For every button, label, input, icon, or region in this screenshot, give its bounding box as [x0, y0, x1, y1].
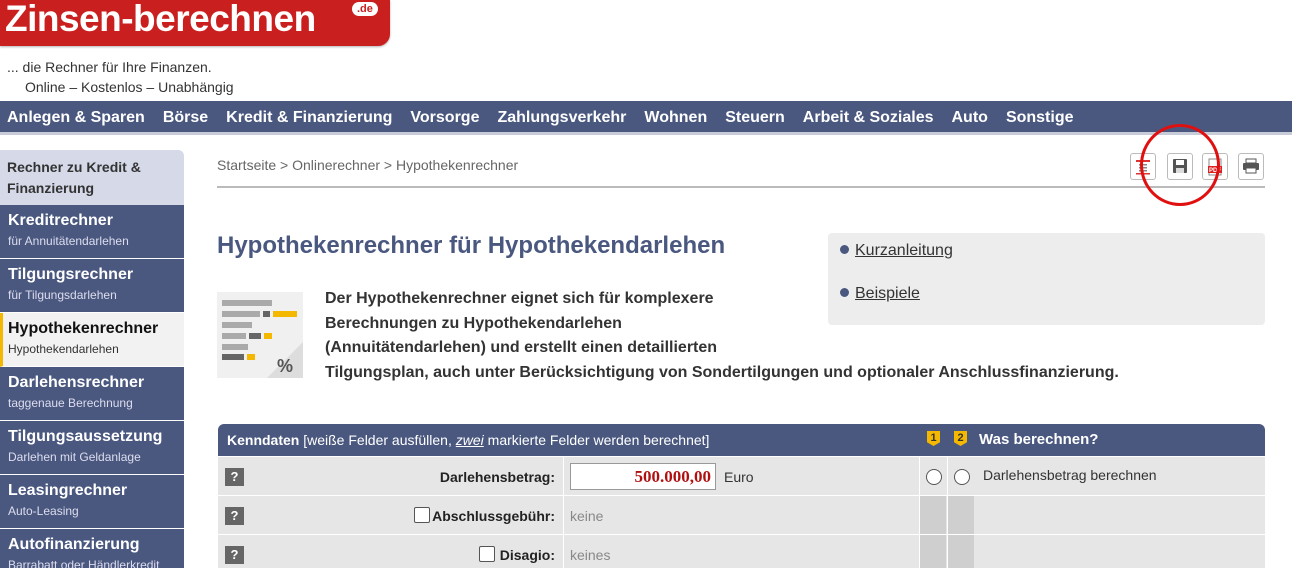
nav-item-anlegen[interactable]: Anlegen & Sparen [7, 101, 145, 134]
field-label: Disagio: [499, 547, 555, 563]
calc-radio-1[interactable] [926, 469, 942, 485]
description-line: Berechnungen zu Hypothekendarlehen [325, 314, 622, 332]
value-cell [563, 535, 919, 568]
breadcrumb[interactable]: Startseite > Onlinerechner > Hypothekenr… [217, 157, 518, 173]
logo-text: Zinsen-berechnen [5, 0, 316, 39]
sidebar-item-sub: Hypothekendarlehen [8, 342, 119, 356]
bullet-icon [840, 245, 849, 254]
nav-item-wohnen[interactable]: Wohnen [644, 101, 707, 134]
nav-item-zahlungsverkehr[interactable]: Zahlungsverkehr [497, 101, 626, 134]
sidebar-item-title: Hypothekenrechner [8, 320, 159, 337]
form-row-disagio: ? Disagio: keines [218, 534, 1265, 568]
tagline-line-2: Online – Kostenlos – Unabhängig [25, 79, 234, 95]
form-row-darlehensbetrag: ? Darlehensbetrag: 500.000,00 Euro Darle… [218, 456, 1265, 495]
calc-radio-2[interactable] [954, 469, 970, 485]
sidebar-item-sub: für Tilgungsdarlehen [8, 288, 117, 302]
badge-1-icon: 1 [927, 431, 940, 446]
field-label: Abschlussgebühr: [432, 508, 555, 524]
sidebar-item-tilgungsrechner[interactable]: Tilgungsrechner für Tilgungsdarlehen [0, 259, 184, 313]
input-form-table: Kenndaten [weiße Felder ausfüllen, zwei … [218, 424, 1265, 568]
logo-tld: .de [352, 2, 378, 16]
unit-label: Euro [724, 469, 754, 485]
help-button[interactable]: ? [225, 507, 244, 525]
main-navigation: Anlegen & Sparen Börse Kredit & Finanzie… [0, 101, 1292, 135]
sidebar-item-sub: taggenaue Berechnung [8, 396, 133, 410]
select-cell-1 [919, 496, 946, 534]
link-kurzanleitung[interactable]: Kurzanleitung [840, 242, 953, 260]
badge-2-icon: 2 [954, 431, 967, 446]
sidebar-item-darlehensrechner[interactable]: Darlehensrechner taggenaue Berechnung [0, 367, 184, 421]
calc-header: Was berechnen? [979, 431, 1099, 448]
sidebar-heading: Rechner zu Kredit & Finanzierung [0, 150, 184, 205]
nav-item-steuern[interactable]: Steuern [725, 101, 785, 134]
field-label: Darlehensbetrag: [439, 469, 555, 485]
print-icon [1243, 158, 1259, 174]
form-row-abschlussgebuehr: ? Abschlussgebühr: keine [218, 495, 1265, 534]
print-button[interactable] [1238, 153, 1264, 180]
sidebar-item-sub: Darlehen mit Geldanlage [8, 450, 141, 464]
form-header-note-end: markierte Felder werden berechnet] [483, 432, 710, 448]
help-button[interactable]: ? [225, 468, 244, 486]
nav-item-auto[interactable]: Auto [952, 101, 988, 134]
calc-cell [974, 496, 1265, 534]
sidebar-item-title: Leasingrechner [8, 482, 128, 499]
nav-item-kredit[interactable]: Kredit & Finanzierung [226, 101, 392, 134]
nav-item-arbeit[interactable]: Arbeit & Soziales [803, 101, 934, 134]
select-cell-2 [947, 496, 974, 534]
form-header-note-emphasis: zwei [455, 432, 484, 448]
sidebar-item-title: Kreditrechner [8, 212, 113, 229]
nav-item-vorsorge[interactable]: Vorsorge [410, 101, 479, 134]
sidebar-item-title: Tilgungsaussetzung [8, 428, 163, 445]
sidebar-item-sub: Barrabatt oder Händlerkredit [8, 558, 160, 568]
annotation-circle [1140, 124, 1220, 206]
breadcrumb-divider [217, 186, 1265, 188]
help-button[interactable]: ? [225, 546, 244, 564]
page-description: Der Hypothekenrechner eignet sich für ko… [325, 287, 1119, 385]
select-cell-2 [947, 535, 974, 568]
page-title: Hypothekenrechner für Hypothekendarlehen [217, 232, 726, 259]
select-cell-1 [919, 535, 946, 568]
field-value: keine [570, 508, 604, 524]
sidebar-item-tilgungsaussetzung[interactable]: Tilgungsaussetzung Darlehen mit Geldanla… [0, 421, 184, 475]
description-line: (Annuitätendarlehen) und erstellt einen … [325, 339, 718, 356]
description-line: Der Hypothekenrechner eignet sich für ko… [325, 290, 714, 307]
percent-symbol: % [277, 356, 293, 376]
calculator-illustration: % [217, 292, 303, 378]
calc-cell [974, 535, 1265, 568]
form-header-label: Kenndaten [227, 432, 300, 448]
value-cell [563, 496, 919, 534]
tagline-line-1: ... die Rechner für Ihre Finanzen. [7, 59, 212, 75]
link-label: Kurzanleitung [855, 242, 953, 259]
site-logo[interactable]: Zinsen-berechnen .de [0, 0, 390, 46]
disagio-checkbox[interactable] [479, 546, 495, 562]
sidebar-item-kreditrechner[interactable]: Kreditrechner für Annuitätendarlehen [0, 205, 184, 259]
form-header-note: [weiße Felder ausfüllen, [299, 432, 456, 448]
sidebar-item-title: Darlehensrechner [8, 374, 145, 391]
field-value: keines [570, 547, 611, 563]
sidebar: Rechner zu Kredit & Finanzierung Kreditr… [0, 150, 184, 568]
sidebar-item-title: Autofinanzierung [8, 536, 140, 553]
form-header: Kenndaten [weiße Felder ausfüllen, zwei … [218, 424, 1265, 456]
nav-item-boerse[interactable]: Börse [163, 101, 208, 134]
nav-item-sonstige[interactable]: Sonstige [1006, 101, 1074, 134]
darlehensbetrag-input[interactable]: 500.000,00 [570, 463, 716, 490]
calc-option-label: Darlehensbetrag berechnen [983, 467, 1157, 483]
tagline: ... die Rechner für Ihre Finanzen. Onlin… [7, 57, 234, 97]
chart-percent-icon: % [222, 300, 303, 378]
description-line: Tilgungsplan, auch unter Berücksichtigun… [325, 363, 1119, 381]
sidebar-item-sub: für Annuitätendarlehen [8, 234, 129, 248]
sidebar-item-title: Tilgungsrechner [8, 266, 134, 283]
sidebar-item-sub: Auto-Leasing [8, 504, 79, 518]
sidebar-item-hypothekenrechner[interactable]: Hypothekenrechner Hypothekendarlehen [0, 313, 184, 367]
abschlussgebuehr-checkbox[interactable] [414, 507, 430, 523]
form-header-title: Kenndaten [weiße Felder ausfüllen, zwei … [227, 432, 709, 448]
sidebar-item-autofinanzierung[interactable]: Autofinanzierung Barrabatt oder Händlerk… [0, 529, 184, 568]
sidebar-item-leasingrechner[interactable]: Leasingrechner Auto-Leasing [0, 475, 184, 529]
